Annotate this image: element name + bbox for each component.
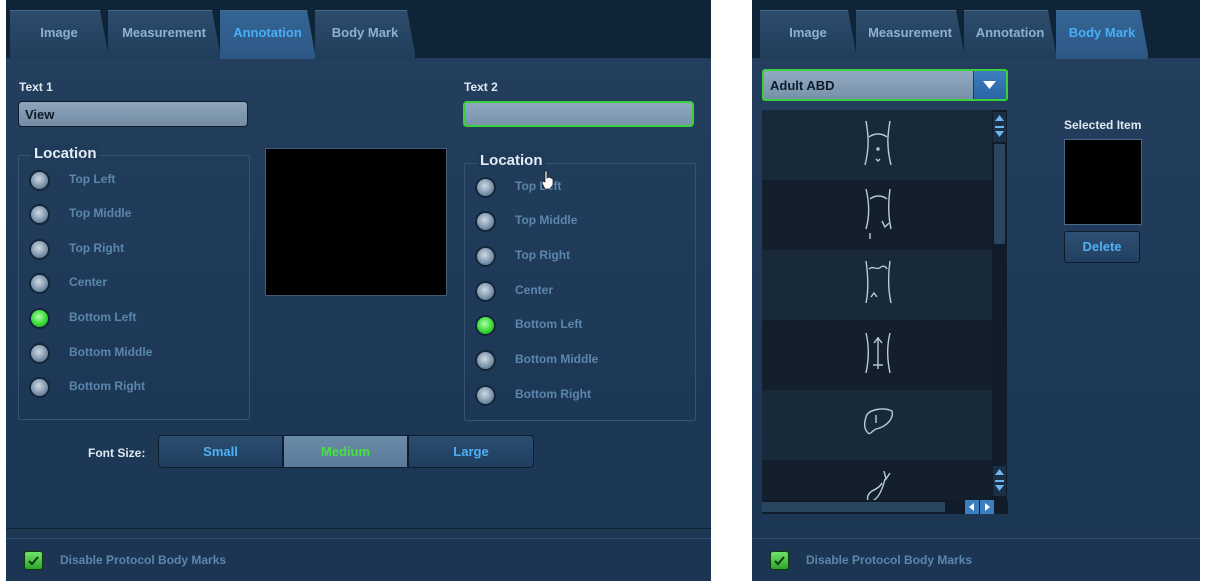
chevron-right-icon <box>985 503 990 511</box>
check-icon <box>774 556 785 566</box>
font-size-large-button[interactable]: Large <box>408 435 534 468</box>
body-mark-panel: Image Measurement Annotation Body Mark A… <box>752 0 1200 581</box>
text2-input[interactable] <box>463 101 694 127</box>
radio-label: Top Left <box>69 172 116 186</box>
radio-button[interactable] <box>31 275 48 292</box>
tab-measurement[interactable]: Measurement <box>108 10 221 59</box>
selected-item-preview <box>1064 139 1142 225</box>
chevron-down-icon <box>983 81 996 89</box>
scroll-left-button[interactable] <box>965 500 979 514</box>
body-mark-item[interactable] <box>762 460 992 500</box>
radio-label: Top Right <box>69 241 125 255</box>
body-mark-list <box>762 110 992 500</box>
torso-spine-icon <box>865 332 891 374</box>
chevron-left-icon <box>969 503 974 511</box>
radio-label: Bottom Right <box>515 387 591 401</box>
liver-icon <box>863 408 893 435</box>
radio-label: Bottom Middle <box>69 345 153 359</box>
radio-label: Bottom Right <box>69 379 145 393</box>
text2-label: Text 2 <box>464 80 498 94</box>
tab-body-mark[interactable]: Body Mark <box>1056 10 1149 59</box>
tab-body-mark[interactable]: Body Mark <box>315 10 416 59</box>
location-group-1: Location Top Left Top Middle Top Right C… <box>18 145 250 420</box>
radio-button[interactable] <box>477 248 494 265</box>
annotation-panel: Image Measurement Annotation Body Mark T… <box>6 0 711 581</box>
dropdown-button[interactable] <box>973 71 1006 99</box>
radio-button[interactable] <box>477 213 494 230</box>
delete-button[interactable]: Delete <box>1064 231 1140 263</box>
tab-annotation[interactable]: Annotation <box>964 10 1057 59</box>
radio-button[interactable] <box>477 352 494 369</box>
disable-protocol-checkbox[interactable] <box>770 551 789 570</box>
footer: Disable Protocol Body Marks <box>6 538 711 581</box>
disable-protocol-label: Disable Protocol Body Marks <box>60 553 227 567</box>
list-vertical-scrollbar[interactable] <box>992 110 1007 500</box>
disable-protocol-checkbox[interactable] <box>24 551 43 570</box>
radio-label: Top Right <box>515 248 571 262</box>
tab-bar: Image Measurement Annotation Body Mark <box>752 0 1200 58</box>
list-horizontal-scrollbar[interactable] <box>762 500 1008 514</box>
torso-front-icon <box>864 120 892 166</box>
tab-image[interactable]: Image <box>10 10 109 59</box>
radio-button[interactable] <box>31 206 48 223</box>
annotation-preview <box>265 148 447 296</box>
radio-label: Top Middle <box>515 213 578 227</box>
scroll-up-button[interactable] <box>993 112 1006 142</box>
text1-label: Text 1 <box>19 80 53 94</box>
font-size-label: Font Size: <box>88 446 146 460</box>
footer: Disable Protocol Body Marks <box>752 538 1200 581</box>
radio-button[interactable] <box>31 379 48 396</box>
tab-measurement[interactable]: Measurement <box>856 10 965 59</box>
radio-button[interactable] <box>477 283 494 300</box>
radio-button[interactable] <box>31 345 48 362</box>
font-size-small-button[interactable]: Small <box>158 435 283 468</box>
torso-side-icon <box>865 188 892 239</box>
radio-label: Top Middle <box>69 206 132 220</box>
hand-cursor-icon <box>541 170 554 190</box>
radio-label: Center <box>69 275 108 289</box>
radio-button-checked[interactable] <box>477 317 494 334</box>
text1-input[interactable] <box>18 101 248 127</box>
font-size-medium-button[interactable]: Medium <box>283 435 408 468</box>
body-mark-item[interactable] <box>762 180 992 250</box>
radio-button[interactable] <box>31 241 48 258</box>
radio-label: Bottom Left <box>515 317 583 331</box>
tab-bar: Image Measurement Annotation Body Mark <box>6 0 711 58</box>
radio-button[interactable] <box>477 387 494 404</box>
scroll-right-button[interactable] <box>980 500 994 514</box>
body-mark-item[interactable] <box>762 110 992 180</box>
scroll-down-button[interactable] <box>993 466 1006 496</box>
divider <box>6 528 711 529</box>
horizontal-scroll-thumb[interactable] <box>762 502 945 512</box>
body-mark-category-dropdown[interactable]: Adult ABD <box>762 69 1008 101</box>
dropdown-value: Adult ABD <box>770 78 835 93</box>
gallbladder-icon <box>866 470 891 500</box>
scroll-thumb[interactable] <box>994 144 1005 244</box>
location-title-2: Location <box>477 152 546 169</box>
check-icon <box>28 556 39 566</box>
scroll-down-icon <box>995 469 1004 491</box>
scroll-up-icon <box>995 115 1004 137</box>
body-mark-item[interactable] <box>762 250 992 320</box>
tab-annotation[interactable]: Annotation <box>220 10 316 59</box>
radio-button[interactable] <box>31 172 48 189</box>
tab-image[interactable]: Image <box>760 10 857 59</box>
disable-protocol-label: Disable Protocol Body Marks <box>806 553 973 567</box>
body-mark-item[interactable] <box>762 320 992 390</box>
location-group-2: Location Top Left Top Middle Top Right C… <box>464 152 696 421</box>
radio-label: Center <box>515 283 554 297</box>
body-mark-item[interactable] <box>762 390 992 460</box>
selected-item-label: Selected Item <box>1064 118 1142 132</box>
radio-button[interactable] <box>477 179 494 196</box>
radio-button-checked[interactable] <box>31 310 48 327</box>
radio-label: Bottom Middle <box>515 352 599 366</box>
location-title-1: Location <box>31 145 100 162</box>
radio-label: Bottom Left <box>69 310 137 324</box>
torso-back-icon <box>865 260 892 304</box>
